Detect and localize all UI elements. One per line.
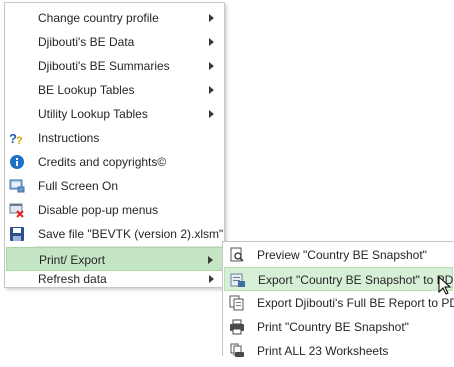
save-icon xyxy=(9,226,25,242)
svg-text:?: ? xyxy=(16,135,23,146)
submenu-arrow-icon xyxy=(209,14,214,22)
menu-item-label: Export Djibouti's Full BE Report to PDF xyxy=(257,296,454,310)
menu-item-label: Export "Country BE Snapshot" to PDF xyxy=(258,273,454,287)
export-report-icon xyxy=(229,295,245,311)
printer-icon xyxy=(229,319,245,335)
menu-item-label: Refresh data xyxy=(38,272,107,286)
menu-item-export-snapshot-pdf[interactable]: Export "Country BE Snapshot" to PDF xyxy=(224,267,454,291)
menu-item-label: Disable pop-up menus xyxy=(38,203,159,217)
menu-item-label: Print ALL 23 Worksheets xyxy=(257,344,389,358)
submenu-arrow-icon xyxy=(209,38,214,46)
print-export-submenu: Preview "Country BE Snapshot" Export "Co… xyxy=(222,241,454,358)
menu-item-refresh-data[interactable]: Refresh data xyxy=(6,271,223,287)
menu-item-label: Preview "Country BE Snapshot" xyxy=(257,248,427,262)
info-icon xyxy=(9,154,25,170)
menu-item-label: Print/ Export xyxy=(39,253,106,267)
menu-item-be-lookup-tables[interactable]: BE Lookup Tables xyxy=(6,78,223,102)
submenu-arrow-icon xyxy=(209,110,214,118)
menu-item-be-summaries[interactable]: Djibouti's BE Summaries xyxy=(6,54,223,78)
menu-item-label: Change country profile xyxy=(38,11,159,25)
submenu-arrow-icon xyxy=(209,62,214,70)
print-all-icon xyxy=(229,343,245,359)
submenu-arrow-icon xyxy=(208,256,213,264)
menu-item-label: BE Lookup Tables xyxy=(38,83,135,97)
help-icon: ? ? xyxy=(9,130,25,147)
menu-item-export-full-report-pdf[interactable]: Export Djibouti's Full BE Report to PDF xyxy=(224,291,454,315)
preview-icon xyxy=(229,247,245,263)
menu-item-label: Credits and copyrights© xyxy=(38,155,167,169)
menu-item-label: Instructions xyxy=(38,131,100,145)
disable-popup-icon xyxy=(9,202,25,218)
fullscreen-icon xyxy=(9,178,25,194)
menu-item-disable-popup[interactable]: Disable pop-up menus xyxy=(6,198,223,222)
menu-item-label: Print "Country BE Snapshot" xyxy=(257,320,409,334)
export-pdf-icon xyxy=(230,272,246,288)
menu-item-be-data[interactable]: Djibouti's BE Data xyxy=(6,30,223,54)
menu-item-label: Full Screen On xyxy=(38,179,119,193)
menu-item-label: Save file "BEVTK (version 2).xlsm" xyxy=(38,227,224,241)
context-menu: Change country profile Djibouti's BE Dat… xyxy=(4,2,225,288)
menu-item-print-all-worksheets[interactable]: Print ALL 23 Worksheets xyxy=(224,339,453,363)
menu-item-label: Djibouti's BE Data xyxy=(38,35,135,49)
mouse-cursor-icon xyxy=(438,276,452,295)
menu-item-change-country-profile[interactable]: Change country profile xyxy=(6,6,223,30)
menu-item-print-export[interactable]: Print/ Export xyxy=(6,247,223,271)
menu-item-full-screen[interactable]: Full Screen On xyxy=(6,174,223,198)
submenu-arrow-icon xyxy=(209,86,214,94)
menu-item-label: Utility Lookup Tables xyxy=(38,107,148,121)
menu-item-utility-lookup-tables[interactable]: Utility Lookup Tables xyxy=(6,102,223,126)
menu-item-save-file[interactable]: Save file "BEVTK (version 2).xlsm" xyxy=(6,222,223,246)
submenu-arrow-icon xyxy=(209,275,214,283)
menu-item-label: Djibouti's BE Summaries xyxy=(38,59,170,73)
menu-item-print-snapshot[interactable]: Print "Country BE Snapshot" xyxy=(224,315,453,339)
menu-item-instructions[interactable]: ? ? Instructions xyxy=(6,126,223,150)
menu-item-credits[interactable]: Credits and copyrights© xyxy=(6,150,223,174)
menu-item-preview-snapshot[interactable]: Preview "Country BE Snapshot" xyxy=(224,243,453,267)
